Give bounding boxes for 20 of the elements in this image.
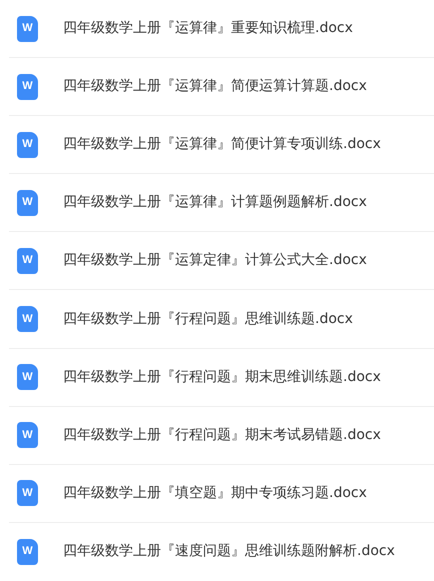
file-name[interactable]: 四年级数学上册『运算律』计算题例题解析.docx [63, 192, 367, 214]
icon-letter: W [22, 139, 33, 150]
file-name[interactable]: 四年级数学上册『运算律』简便运算计算题.docx [63, 76, 367, 98]
file-name[interactable]: 四年级数学上册『行程问题』期末考试易错题.docx [63, 424, 381, 446]
icon-letter: W [22, 81, 33, 92]
icon-letter: W [22, 255, 33, 266]
file-name[interactable]: 四年级数学上册『运算律』重要知识梳理.docx [63, 18, 353, 40]
icon-letter: W [22, 372, 33, 383]
icon-letter: W [22, 546, 33, 558]
file-name[interactable]: 四年级数学上册『行程问题』思维训练题.docx [63, 308, 353, 330]
icon-letter: W [22, 488, 33, 499]
file-name[interactable]: 四年级数学上册『运算定律』计算公式大全.docx [63, 250, 367, 272]
icon-letter: W [22, 314, 33, 325]
icon-letter: W [22, 23, 33, 34]
icon-letter: W [22, 430, 33, 441]
file-name[interactable]: 四年级数学上册『运算律』简便计算专项训练.docx [63, 134, 381, 156]
file-name[interactable]: 四年级数学上册『填空题』期中专项练习题.docx [63, 482, 367, 504]
file-name[interactable]: 四年级数学上册『速度问题』思维训练题附解析.docx [63, 541, 395, 562]
icon-letter: W [22, 197, 33, 208]
file-name[interactable]: 四年级数学上册『行程问题』期末思维训练题.docx [63, 366, 381, 388]
